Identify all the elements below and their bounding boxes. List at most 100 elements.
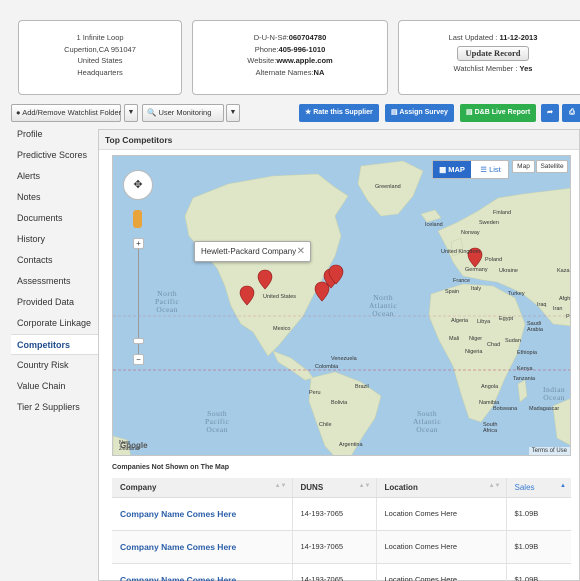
rate-supplier-label: Rate this Supplier [313, 109, 373, 116]
label-tanzania: Tanzania [513, 376, 536, 382]
watchlist-label: Watchlist Member : [453, 64, 520, 73]
table-row[interactable]: Company Name Comes Here 14-193-7065 Loca… [112, 530, 571, 564]
label-colombia: Colombia [315, 364, 339, 370]
label-botswana: Botswana [493, 406, 518, 412]
table-row[interactable]: Company Name Comes Here 14-193-7065 Loca… [112, 497, 571, 531]
duns-cell: 14-193-7065 [291, 530, 376, 564]
sidebar-item-tier2-suppliers[interactable]: Tier 2 Suppliers [11, 397, 97, 418]
label-south-africa: South Africa [483, 422, 498, 434]
label-kaza: Kaza [557, 268, 570, 274]
minus-icon: − [136, 355, 141, 364]
list-view-icon: ☰ [480, 165, 487, 174]
share-icon: ➦ [547, 109, 553, 116]
label-egypt: Egypt [499, 316, 514, 322]
website-value: www.apple.com [276, 56, 333, 65]
sidebar-item-contacts[interactable]: Contacts [11, 250, 97, 271]
sort-icon: ▲▼ [488, 482, 501, 489]
last-updated-label: Last Updated : [448, 33, 500, 42]
sidebar-item-notes[interactable]: Notes [11, 187, 97, 208]
sidebar-item-documents[interactable]: Documents [11, 208, 97, 229]
label-germany: Germany [465, 267, 488, 273]
map-type-satellite-button[interactable]: Satellite [536, 160, 568, 173]
sidebar-item-profile[interactable]: Profile [11, 124, 97, 145]
label-venezuela: Venezuela [331, 356, 357, 362]
caret-down-icon: ▼ [229, 109, 237, 116]
sidebar-item-predictive-scores[interactable]: Predictive Scores [11, 145, 97, 166]
sidebar-item-country-risk[interactable]: Country Risk [11, 355, 97, 376]
panel-title: Top Competitors [99, 130, 579, 150]
sidebar-item-value-chain[interactable]: Value Chain [11, 376, 97, 397]
zoom-slider-handle[interactable] [133, 338, 144, 344]
caret-down-icon: ▼ [127, 109, 135, 116]
column-header-duns[interactable]: DUNS ▲▼ [291, 478, 376, 498]
duns-cell: 14-193-7065 [291, 563, 376, 581]
action-toolbar: ● Add/Remove Watchlist Folder ▼ 🔍 User M… [11, 104, 580, 122]
add-circle-icon: ● [16, 108, 21, 117]
zoom-in-button[interactable]: + [133, 238, 144, 249]
watchlist-folder-dropdown[interactable]: ▼ [124, 104, 138, 122]
sidebar-item-competitors[interactable]: Competitors [11, 334, 99, 355]
pan-control[interactable]: ✥ [123, 170, 153, 200]
list-view-button[interactable]: ☰ List [472, 161, 509, 178]
zoom-out-button[interactable]: − [133, 354, 144, 365]
label-iraq: Iraq [537, 302, 547, 308]
list-view-label: List [489, 165, 501, 174]
location-cell: Location Comes Here [375, 530, 506, 564]
terms-of-use-link[interactable]: Terms of Use [528, 447, 570, 455]
close-icon[interactable]: ✕ [297, 242, 305, 261]
label-mali: Mali [449, 336, 460, 342]
live-report-button[interactable]: ▤ D&B Live Report [460, 104, 537, 122]
map-view-button[interactable]: ▦ MAP [433, 161, 471, 178]
sidebar-item-history[interactable]: History [11, 229, 97, 250]
print-button[interactable]: ⎙ [562, 104, 580, 122]
label-nigeria: Nigeria [465, 349, 483, 355]
label-peru: Peru [309, 390, 321, 396]
company-name-link[interactable]: Company Name Comes Here [112, 563, 292, 581]
website-label: Website: [247, 56, 277, 65]
user-monitoring-button[interactable]: 🔍 User Monitoring [142, 104, 224, 122]
column-header-location[interactable]: Location ▲▼ [375, 478, 506, 498]
competitor-marker[interactable] [314, 281, 330, 302]
record-status-card: Last Updated : 11-12-2013 Update Record … [398, 20, 580, 95]
assign-survey-label: Assign Survey [399, 109, 448, 116]
competitors-table: Company ▲▼ DUNS ▲▼ Location ▲▼ Sales ▲ Compa… [112, 478, 571, 581]
user-monitoring-dropdown[interactable]: ▼ [226, 104, 240, 122]
column-header-company[interactable]: Company ▲▼ [112, 478, 292, 498]
label-niger: Niger [469, 336, 483, 342]
update-record-button[interactable]: Update Record [457, 45, 529, 61]
watchlist-folder-label: Add/Remove Watchlist Folder [22, 108, 122, 117]
sidebar-item-alerts[interactable]: Alerts [11, 166, 97, 187]
duns-label: D-U-N-S#: [253, 33, 289, 42]
report-icon: ▤ [466, 109, 473, 116]
label-iceland: Iceland [425, 222, 443, 228]
label-uk: United Kingdom [441, 249, 481, 255]
location-cell: Location Comes Here [375, 563, 506, 581]
watchlist-value: Yes [519, 64, 533, 73]
label-norway: Norway [461, 230, 480, 236]
plus-icon: + [136, 239, 141, 248]
map-type-map-button[interactable]: Map [512, 160, 535, 173]
sort-icon: ▲▼ [274, 482, 287, 489]
assign-survey-button[interactable]: ▤ Assign Survey [385, 104, 454, 122]
street-view-pegman-icon[interactable] [133, 210, 142, 228]
table-row[interactable]: Company Name Comes Here 14-193-7065 Loca… [112, 563, 571, 581]
label-sweden: Sweden [479, 220, 499, 226]
competitor-map[interactable]: North Pacific Ocean North Atlantic Ocean… [112, 155, 571, 456]
duns-cell: 14-193-7065 [291, 497, 376, 531]
competitors-panel: Top Competitors North Pacific Ocean Nort… [98, 129, 580, 581]
company-name-link[interactable]: Company Name Comes Here [112, 497, 292, 531]
sidebar-item-assessments[interactable]: Assessments [11, 271, 97, 292]
sidebar-item-provided-data[interactable]: Provided Data [11, 292, 97, 313]
table-header-row: Company ▲▼ DUNS ▲▼ Location ▲▼ Sales ▲ [112, 478, 571, 498]
monitor-search-icon: 🔍 [147, 108, 157, 117]
company-name-link[interactable]: Company Name Comes Here [112, 530, 292, 564]
column-header-sales[interactable]: Sales ▲ [505, 478, 571, 498]
watchlist-folder-button[interactable]: ● Add/Remove Watchlist Folder [11, 104, 121, 122]
view-toggle: ▦ MAP ☰ List [432, 160, 509, 179]
map-view-icon: ▦ [439, 165, 447, 174]
sidebar-item-corporate-linkage[interactable]: Corporate Linkage [11, 313, 97, 334]
ocean-label-north-atlantic: North Atlantic Ocean [369, 293, 398, 318]
label-united-states: United States [263, 294, 297, 300]
share-button[interactable]: ➦ [541, 104, 559, 122]
rate-supplier-button[interactable]: ★ Rate this Supplier [299, 104, 379, 122]
